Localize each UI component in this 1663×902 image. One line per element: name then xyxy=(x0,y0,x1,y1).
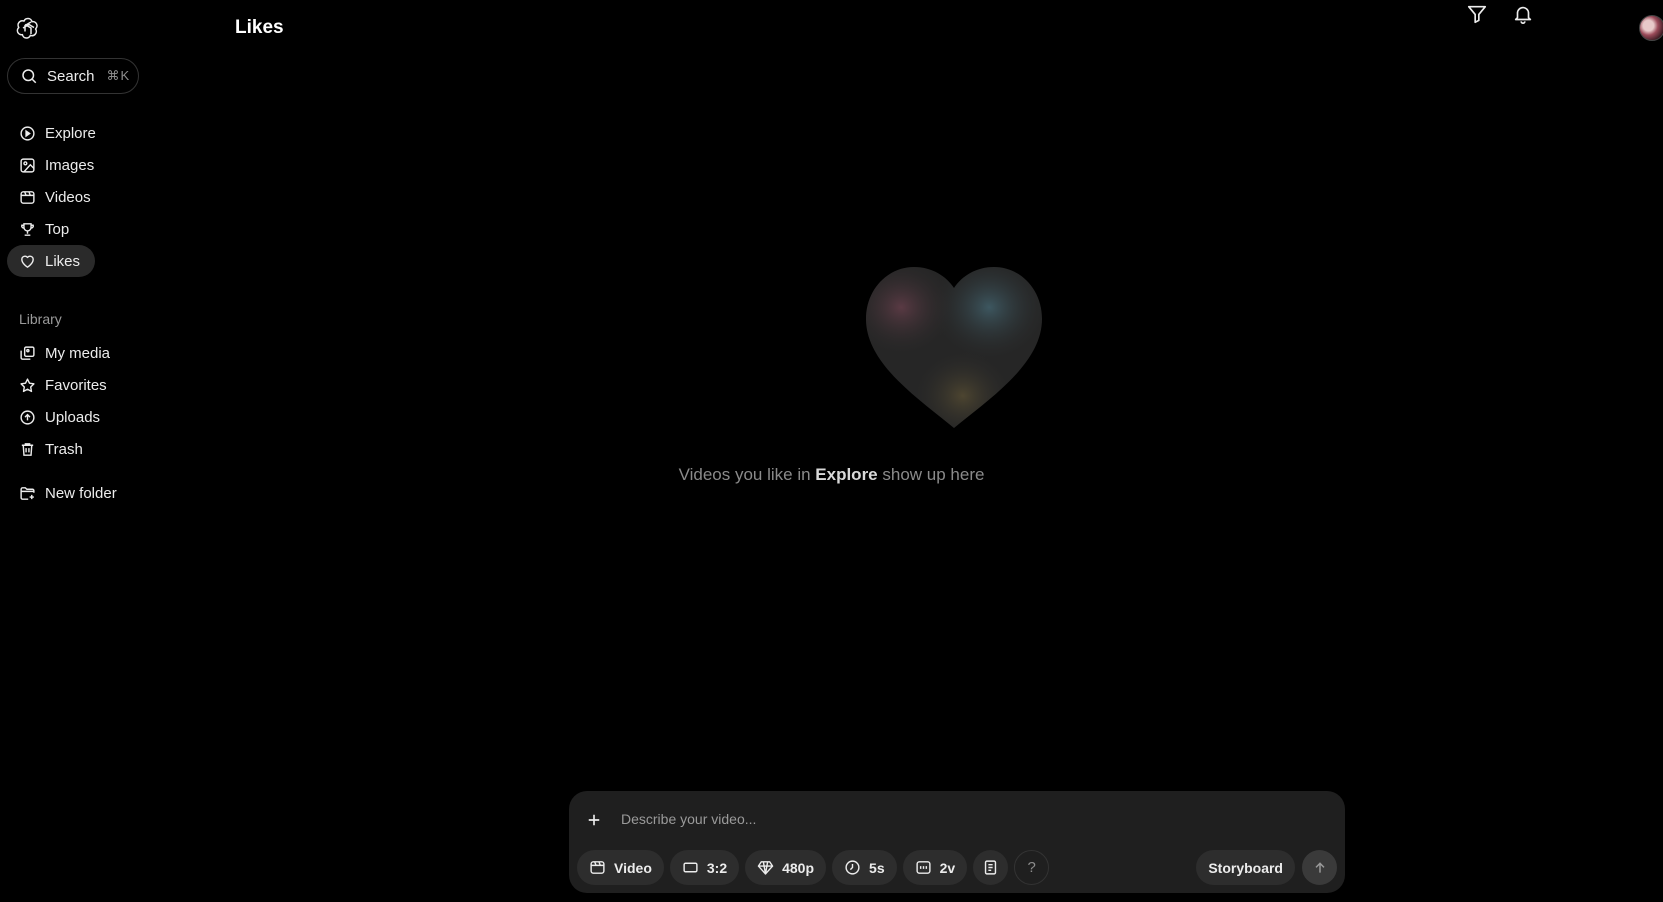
mode-video-button[interactable]: Video xyxy=(577,850,664,885)
help-button[interactable]: ? xyxy=(1014,850,1050,885)
plus-icon xyxy=(588,814,600,826)
help-label: ? xyxy=(1027,859,1036,876)
storyboard-button[interactable]: Storyboard xyxy=(1196,850,1295,885)
empty-heart-illustration xyxy=(864,264,1044,430)
variations-icon xyxy=(915,859,932,876)
video-icon xyxy=(19,189,36,206)
chip-label: 480p xyxy=(782,859,815,876)
send-button[interactable] xyxy=(1302,850,1337,885)
sidebar-item-label: Uploads xyxy=(45,408,101,426)
prompt-composer: Video 3:2 480p 5s 2v ? Storyboard xyxy=(569,791,1345,893)
search-shortcut: ⌘K xyxy=(106,68,131,83)
sidebar-item-label: Explore xyxy=(45,124,96,142)
sidebar-item-label: Top xyxy=(45,220,70,238)
image-icon xyxy=(19,157,36,174)
sidebar-item-label: Images xyxy=(45,156,95,174)
resolution-button[interactable]: 480p xyxy=(745,850,827,885)
presets-icon xyxy=(982,859,999,876)
aspect-ratio-button[interactable]: 3:2 xyxy=(669,850,740,885)
sidebar-nav: Explore Images Videos Top Likes xyxy=(7,117,207,277)
variations-button[interactable]: 2v xyxy=(902,850,968,885)
sidebar-item-images[interactable]: Images xyxy=(7,149,207,181)
sidebar-item-label: Favorites xyxy=(45,376,107,394)
chip-label: 3:2 xyxy=(706,859,728,876)
page-title: Likes xyxy=(235,17,284,38)
library-heading: Library xyxy=(19,311,62,327)
aspect-ratio-icon xyxy=(682,859,699,876)
filter-icon[interactable] xyxy=(1463,0,1491,28)
sidebar-item-explore[interactable]: Explore xyxy=(7,117,207,149)
star-icon xyxy=(19,377,36,394)
chip-label: Video xyxy=(614,859,652,876)
prompt-input[interactable] xyxy=(621,807,1301,831)
presets-button[interactable] xyxy=(973,850,1009,885)
folder-plus-icon xyxy=(19,485,36,502)
video-icon xyxy=(589,859,606,876)
empty-state-text-after: show up here xyxy=(877,465,985,484)
sidebar-item-videos[interactable]: Videos xyxy=(7,181,207,213)
avatar[interactable] xyxy=(1639,15,1663,41)
chip-label: 5s xyxy=(869,859,885,876)
arrow-up-icon xyxy=(1314,861,1325,873)
compass-icon xyxy=(19,125,36,142)
sidebar-item-label: Videos xyxy=(45,188,91,206)
heart-icon xyxy=(19,253,36,270)
duration-button[interactable]: 5s xyxy=(832,850,897,885)
bell-icon[interactable] xyxy=(1509,0,1537,28)
trash-icon xyxy=(19,441,36,458)
trophy-icon xyxy=(19,221,36,238)
sidebar-item-uploads[interactable]: Uploads xyxy=(7,401,207,433)
library-nav: My media Favorites Uploads Trash xyxy=(7,337,207,465)
explore-link[interactable]: Explore xyxy=(815,465,877,484)
upload-icon xyxy=(19,409,36,426)
empty-state-text-before: Videos you like in xyxy=(678,465,816,484)
chip-label: 2v xyxy=(939,859,956,876)
sidebar-item-label: My media xyxy=(45,344,111,362)
clock-icon xyxy=(844,859,861,876)
search-label: Search xyxy=(47,67,95,85)
sidebar-item-label: Likes xyxy=(45,252,81,270)
search-button[interactable]: Search ⌘K xyxy=(7,58,139,94)
media-icon xyxy=(19,345,36,362)
sidebar-item-top[interactable]: Top xyxy=(7,213,207,245)
search-icon xyxy=(20,67,38,85)
sidebar-item-likes[interactable]: Likes xyxy=(7,245,95,277)
add-attachment-button[interactable] xyxy=(583,809,605,831)
openai-logo-icon[interactable] xyxy=(16,16,40,40)
new-folder-label: New folder xyxy=(45,484,117,502)
sidebar-item-favorites[interactable]: Favorites xyxy=(7,369,207,401)
sidebar-item-label: Trash xyxy=(45,440,83,458)
sidebar-item-trash[interactable]: Trash xyxy=(7,433,207,465)
option-chips: Video 3:2 480p 5s 2v ? xyxy=(577,850,1055,885)
diamond-icon xyxy=(757,859,774,876)
sidebar-item-my-media[interactable]: My media xyxy=(7,337,207,369)
empty-state-text: Videos you like in Explore show up here xyxy=(0,465,1663,485)
